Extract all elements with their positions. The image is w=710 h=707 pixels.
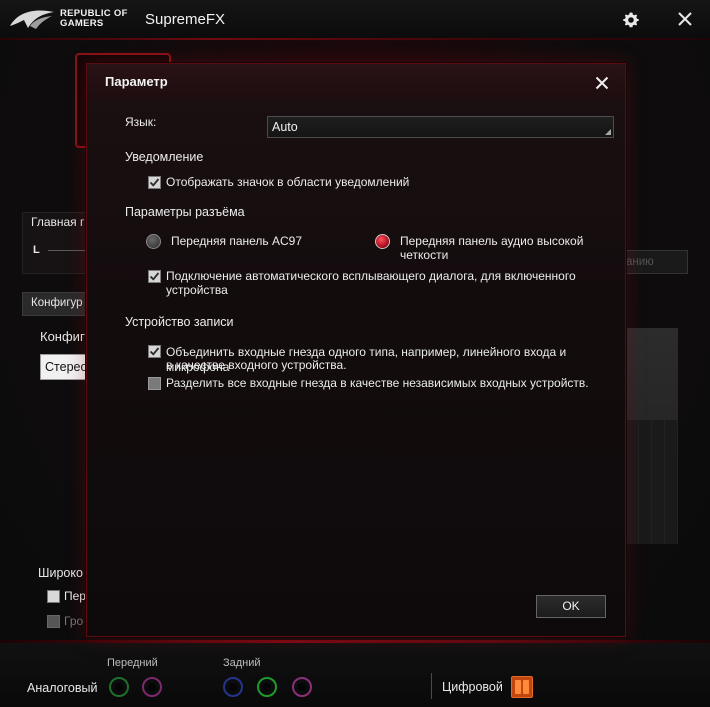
auto-popup-label-line2: устройства: [166, 283, 228, 297]
rear-pink-jack[interactable]: [292, 677, 312, 697]
settings-dialog: Параметр Язык: Auto Уведомление Отобража…: [86, 63, 626, 637]
front-green-jack[interactable]: [109, 677, 129, 697]
background-slider-letter: L: [33, 244, 40, 256]
background-wide-checkbox-1: [47, 590, 60, 603]
tray-icon-label: Отображать значок в области уведомлений: [166, 175, 410, 189]
background-right-button-label: анию: [626, 256, 654, 268]
front-pink-jack[interactable]: [142, 677, 162, 697]
background-main-group-label: Главная гр: [31, 215, 92, 229]
language-label: Язык:: [125, 115, 157, 129]
background-wide-checkbox-2-label: Гро: [64, 614, 84, 628]
dialog-title: Параметр: [105, 74, 168, 89]
analog-label: Аналоговый: [27, 681, 98, 695]
background-wide-checkbox-1-label: Пер: [64, 589, 86, 603]
separate-inputs-label: Разделить все входные гнезда в качестве …: [166, 376, 589, 390]
language-select-value: Auto: [272, 120, 298, 134]
background-config-label: Конфигу: [40, 329, 92, 344]
app-title: SupremeFX: [145, 11, 226, 28]
rear-jacks-label: Задний: [223, 657, 261, 669]
combine-inputs-label-line2: в качестве входного устройства.: [166, 358, 347, 372]
bottom-divider: [431, 673, 432, 699]
background-config-select-value: Стерео: [45, 360, 88, 374]
auto-popup-checkbox[interactable]: [148, 270, 161, 283]
app-titlebar: REPUBLIC OF GAMERS SupremeFX: [0, 0, 710, 40]
ac97-radio[interactable]: [146, 234, 161, 249]
bottom-jack-bar: Передний Задний Аналоговый Цифровой: [0, 643, 710, 707]
checkmark-icon: [149, 272, 160, 281]
dialog-close-icon[interactable]: [595, 76, 609, 90]
rog-logo-icon: [10, 10, 54, 29]
dropdown-arrow-icon: [605, 129, 611, 135]
checkmark-icon: [149, 178, 160, 187]
language-select[interactable]: Auto: [267, 116, 614, 138]
auto-popup-label-line1: Подключение автоматического всплывающего…: [166, 269, 576, 283]
digital-label: Цифровой: [442, 680, 503, 694]
combine-inputs-checkbox[interactable]: [148, 345, 161, 358]
window-close-icon[interactable]: [677, 11, 693, 27]
connector-section-title: Параметры разъёма: [125, 205, 245, 219]
notification-section-title: Уведомление: [125, 150, 204, 164]
hd-audio-radio-label-line2: четкости: [400, 248, 449, 262]
background-config-tab-label: Конфигур: [31, 297, 83, 309]
background-right-panel: [626, 328, 678, 544]
hd-audio-radio[interactable]: [375, 234, 390, 249]
background-wide-label: Широко: [38, 566, 83, 580]
separate-inputs-checkbox[interactable]: [148, 377, 161, 390]
recording-section-title: Устройство записи: [125, 315, 234, 329]
ok-button[interactable]: OK: [536, 595, 606, 618]
hd-audio-radio-label-line1: Передняя панель аудио высокой: [400, 234, 584, 248]
background-wide-checkbox-2: [47, 615, 60, 628]
brand-name: REPUBLIC OF GAMERS: [60, 9, 128, 29]
gear-icon[interactable]: [622, 11, 640, 29]
digital-output-icon[interactable]: [511, 676, 533, 698]
checkmark-icon: [149, 347, 160, 356]
ac97-radio-label: Передняя панель AC97: [171, 234, 303, 248]
rear-blue-jack[interactable]: [223, 677, 243, 697]
rear-green-jack[interactable]: [257, 677, 277, 697]
titlebar-accent-line: [0, 38, 710, 40]
background-slider-track: [48, 250, 88, 251]
dialog-header: Параметр: [87, 64, 625, 100]
front-jacks-label: Передний: [107, 657, 158, 669]
tray-icon-checkbox[interactable]: [148, 176, 161, 189]
brand-line-2: GAMERS: [60, 18, 104, 29]
